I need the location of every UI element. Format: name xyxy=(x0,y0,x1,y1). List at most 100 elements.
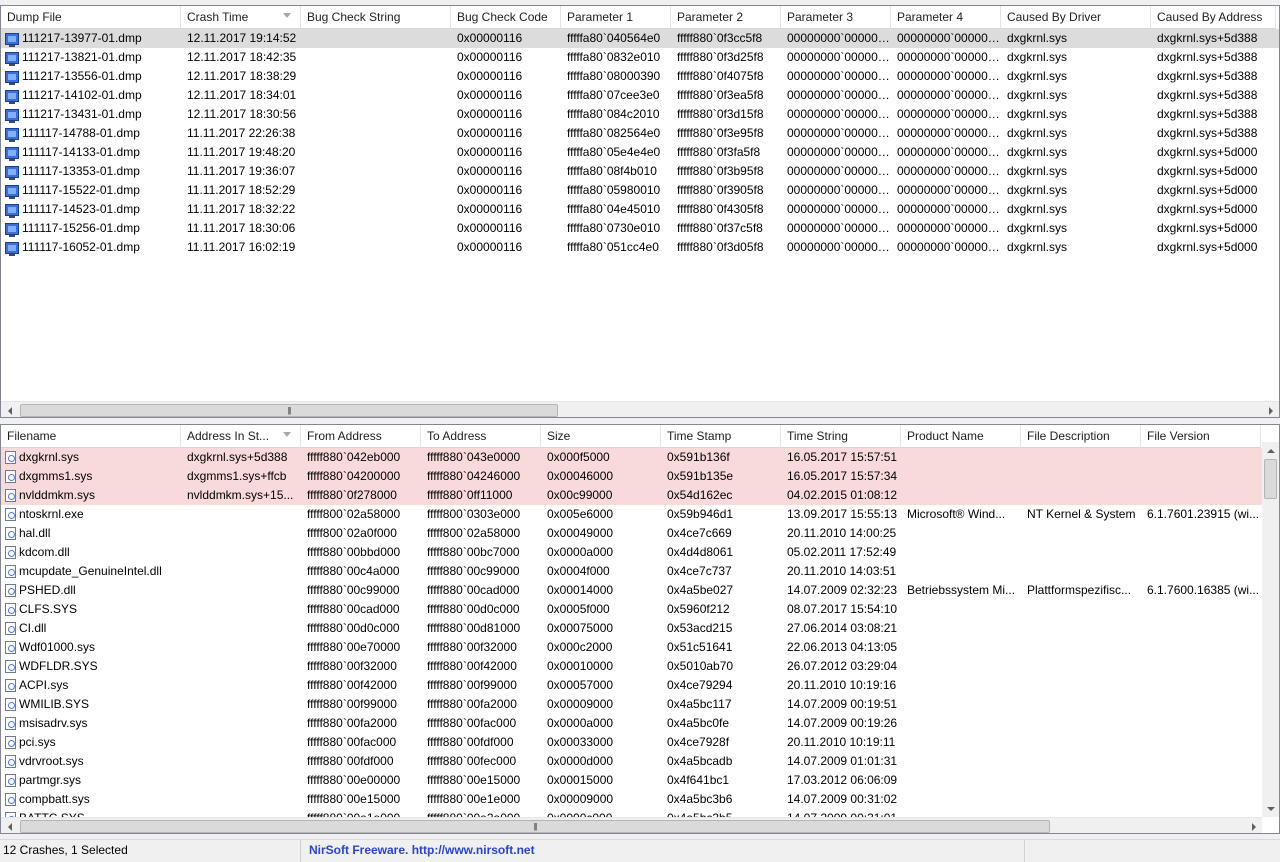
module-row[interactable]: kdcom.dll fffff880`00bbd000 fffff880`00bc7… xyxy=(1,543,1262,562)
crash-row[interactable]: 111117-14523-01.dmp 11.11.2017 18:32:22 0x… xyxy=(1,200,1279,219)
module-row[interactable]: dxgkrnl.sys dxgkrnl.sys+5d388 fffff880`042… xyxy=(1,448,1262,467)
crash-row[interactable]: 111117-16052-01.dmp 11.11.2017 16:02:19 0x… xyxy=(1,238,1279,257)
module-list[interactable]: Filename Address In St... From Address To A… xyxy=(0,424,1280,834)
crash-row[interactable]: 111117-13353-01.dmp 11.11.2017 19:36:07 0x… xyxy=(1,162,1279,181)
module-row[interactable]: hal.dll fffff800`02a0f000 fffff800`02a5800… xyxy=(1,524,1262,543)
column-header-parameter-2[interactable]: Parameter 2 xyxy=(671,6,781,29)
scroll-right-button[interactable] xyxy=(1262,402,1279,417)
module-row[interactable]: pci.sys fffff880`00fac000 fffff880`00fdf00… xyxy=(1,733,1262,752)
module-row[interactable]: PSHED.dll fffff880`00c99000 fffff880`00cad… xyxy=(1,581,1262,600)
module-row[interactable]: WDFLDR.SYS fffff880`00f32000 fffff880`00f4… xyxy=(1,657,1262,676)
column-header-from-address[interactable]: From Address xyxy=(301,425,421,448)
crash-row[interactable]: 111217-14102-01.dmp 12.11.2017 18:34:01 0x… xyxy=(1,86,1279,105)
column-header-file-description[interactable]: File Description xyxy=(1021,425,1141,448)
cell-bug-check-code: 0x00000116 xyxy=(457,107,523,121)
cell-bug-check-code: 0x00000116 xyxy=(457,145,523,159)
vscroll-thumb[interactable] xyxy=(1264,459,1277,499)
column-header-parameter-4[interactable]: Parameter 4 xyxy=(891,6,1001,29)
column-header-parameter-1[interactable]: Parameter 1 xyxy=(561,6,671,29)
cell-text: 111117-14523-01.dmp xyxy=(22,202,140,216)
scroll-left-button[interactable] xyxy=(1,818,18,833)
crash-row[interactable]: 111117-15256-01.dmp 11.11.2017 18:30:06 0x… xyxy=(1,219,1279,238)
module-row[interactable]: CLFS.SYS fffff880`00cad000 fffff880`00d0c0… xyxy=(1,600,1262,619)
module-row[interactable]: partmgr.sys fffff880`00e00000 fffff880`00e… xyxy=(1,771,1262,790)
module-list-vscrollbar[interactable] xyxy=(1262,442,1279,817)
cell-parameter-4: 00000000`000000... xyxy=(897,88,1001,102)
cell-parameter-3: 00000000`000000... xyxy=(787,126,891,140)
column-header-crash-time[interactable]: Crash Time xyxy=(181,6,301,29)
cell-to-address: fffff880`00e15000 xyxy=(427,773,521,787)
scroll-up-button[interactable] xyxy=(1262,442,1279,459)
column-header-caused-by-driver[interactable]: Caused By Driver xyxy=(1001,6,1151,29)
crash-row[interactable]: 111117-14133-01.dmp 11.11.2017 19:48:20 0x… xyxy=(1,143,1279,162)
column-header-time-stamp[interactable]: Time Stamp xyxy=(661,425,781,448)
cell-address-in-st xyxy=(181,638,301,657)
scroll-thumb[interactable]: ||| xyxy=(20,404,558,417)
scroll-right-button[interactable] xyxy=(1245,818,1262,833)
cell-address-in-st xyxy=(181,695,301,714)
cell-to-address: fffff800`02a58000 xyxy=(427,526,521,540)
cell-caused-by-driver: dxgkrnl.sys xyxy=(1007,145,1068,159)
crash-count-status: 12 Crashes, 1 Selected xyxy=(0,840,301,862)
column-header-bug-check-code[interactable]: Bug Check Code xyxy=(451,6,561,29)
cell-caused-by-address: dxgkrnl.sys+5d388 xyxy=(1157,50,1258,64)
cell-bug-check-string xyxy=(301,143,451,162)
crash-row[interactable]: 111217-13556-01.dmp 12.11.2017 18:38:29 0x… xyxy=(1,67,1279,86)
column-header-parameter-3[interactable]: Parameter 3 xyxy=(781,6,891,29)
column-header-bug-check-string[interactable]: Bug Check String xyxy=(301,6,451,29)
cell-parameter-3: 00000000`000000... xyxy=(787,88,891,102)
cell-caused-by-driver: dxgkrnl.sys xyxy=(1007,50,1068,64)
column-header-product-name[interactable]: Product Name xyxy=(901,425,1021,448)
column-header-label: To Address xyxy=(427,429,487,443)
module-row[interactable]: compbatt.sys fffff880`00e15000 fffff880`00… xyxy=(1,790,1262,809)
crash-row[interactable]: 111117-14788-01.dmp 11.11.2017 22:26:38 0x… xyxy=(1,124,1279,143)
module-row[interactable]: vdrvroot.sys fffff880`00fdf000 fffff880`00… xyxy=(1,752,1262,771)
module-row[interactable]: msisadrv.sys fffff880`00fa2000 fffff880`00… xyxy=(1,714,1262,733)
cell-parameter-3: 00000000`000000... xyxy=(787,240,891,254)
scroll-thumb[interactable]: ||| xyxy=(20,820,1050,833)
scroll-down-button[interactable] xyxy=(1262,800,1279,817)
module-row[interactable]: mcupdate_GenuineIntel.dll fffff880`00c4a0… xyxy=(1,562,1262,581)
module-row[interactable]: ntoskrnl.exe fffff800`02a58000 fffff800`03… xyxy=(1,505,1262,524)
column-header-size[interactable]: Size xyxy=(541,425,661,448)
cell-dump-file: 111117-14788-01.dmp xyxy=(1,124,181,143)
cell-to-address: fffff800`0303e000 xyxy=(427,507,521,521)
column-header-time-string[interactable]: Time String xyxy=(781,425,901,448)
column-header-file-version[interactable]: File Version xyxy=(1141,425,1261,448)
crash-row[interactable]: 111217-13821-01.dmp 12.11.2017 18:42:35 0x… xyxy=(1,48,1279,67)
cell-filename: dxgmms1.sys xyxy=(1,467,181,486)
cell-text: nvlddmkm.sys xyxy=(19,488,96,502)
column-header-label: From Address xyxy=(307,429,382,443)
module-row[interactable]: WMILIB.SYS fffff880`00f99000 fffff880`00fa… xyxy=(1,695,1262,714)
cell-address-in-st xyxy=(181,581,301,600)
column-header-dump-file[interactable]: Dump File xyxy=(1,6,181,29)
cell-text: compbatt.sys xyxy=(19,792,90,806)
crash-row[interactable]: 111117-15522-01.dmp 11.11.2017 18:52:29 0x… xyxy=(1,181,1279,200)
column-header-to-address[interactable]: To Address xyxy=(421,425,541,448)
cell-bug-check-string xyxy=(301,105,451,124)
column-header-address-in-st[interactable]: Address In St... xyxy=(181,425,301,448)
column-header-filename[interactable]: Filename xyxy=(1,425,181,448)
cell-parameter-3: 00000000`000000... xyxy=(787,221,891,235)
crash-list[interactable]: Dump File Crash Time Bug Check String Bug C… xyxy=(0,5,1280,418)
cell-file-description xyxy=(1021,657,1141,676)
cell-file-version xyxy=(1141,638,1261,657)
cell-text: WDFLDR.SYS xyxy=(19,659,98,673)
nirsoft-link[interactable]: NirSoft Freeware. http://www.nirsoft.net xyxy=(301,840,1025,862)
cell-text: 111217-13431-01.dmp xyxy=(22,107,142,121)
cell-text: 111117-16052-01.dmp xyxy=(22,240,140,254)
crash-row[interactable]: 111217-13977-01.dmp 12.11.2017 19:14:52 0x… xyxy=(1,29,1279,48)
module-row[interactable]: Wdf01000.sys fffff880`00e70000 fffff880`00… xyxy=(1,638,1262,657)
crash-list-hscrollbar[interactable]: ||| xyxy=(1,401,1279,417)
column-header-label: Time Stamp xyxy=(667,429,732,443)
module-row[interactable]: CI.dll fffff880`00d0c000 fffff880`00d81000… xyxy=(1,619,1262,638)
module-row[interactable]: dxgmms1.sys dxgmms1.sys+ffcb fffff880`0420… xyxy=(1,467,1262,486)
cell-size: 0x00014000 xyxy=(547,583,614,597)
module-row[interactable]: ACPI.sys fffff880`00f42000 fffff880`00f990… xyxy=(1,676,1262,695)
cell-filename: CLFS.SYS xyxy=(1,600,181,619)
module-row[interactable]: nvlddmkm.sys nvlddmkm.sys+15... fffff880`0… xyxy=(1,486,1262,505)
column-header-caused-by-address[interactable]: Caused By Address xyxy=(1151,6,1276,29)
crash-row[interactable]: 111217-13431-01.dmp 12.11.2017 18:30:56 0x… xyxy=(1,105,1279,124)
scroll-left-button[interactable] xyxy=(1,402,18,417)
module-list-hscrollbar[interactable]: ||| xyxy=(1,817,1262,833)
